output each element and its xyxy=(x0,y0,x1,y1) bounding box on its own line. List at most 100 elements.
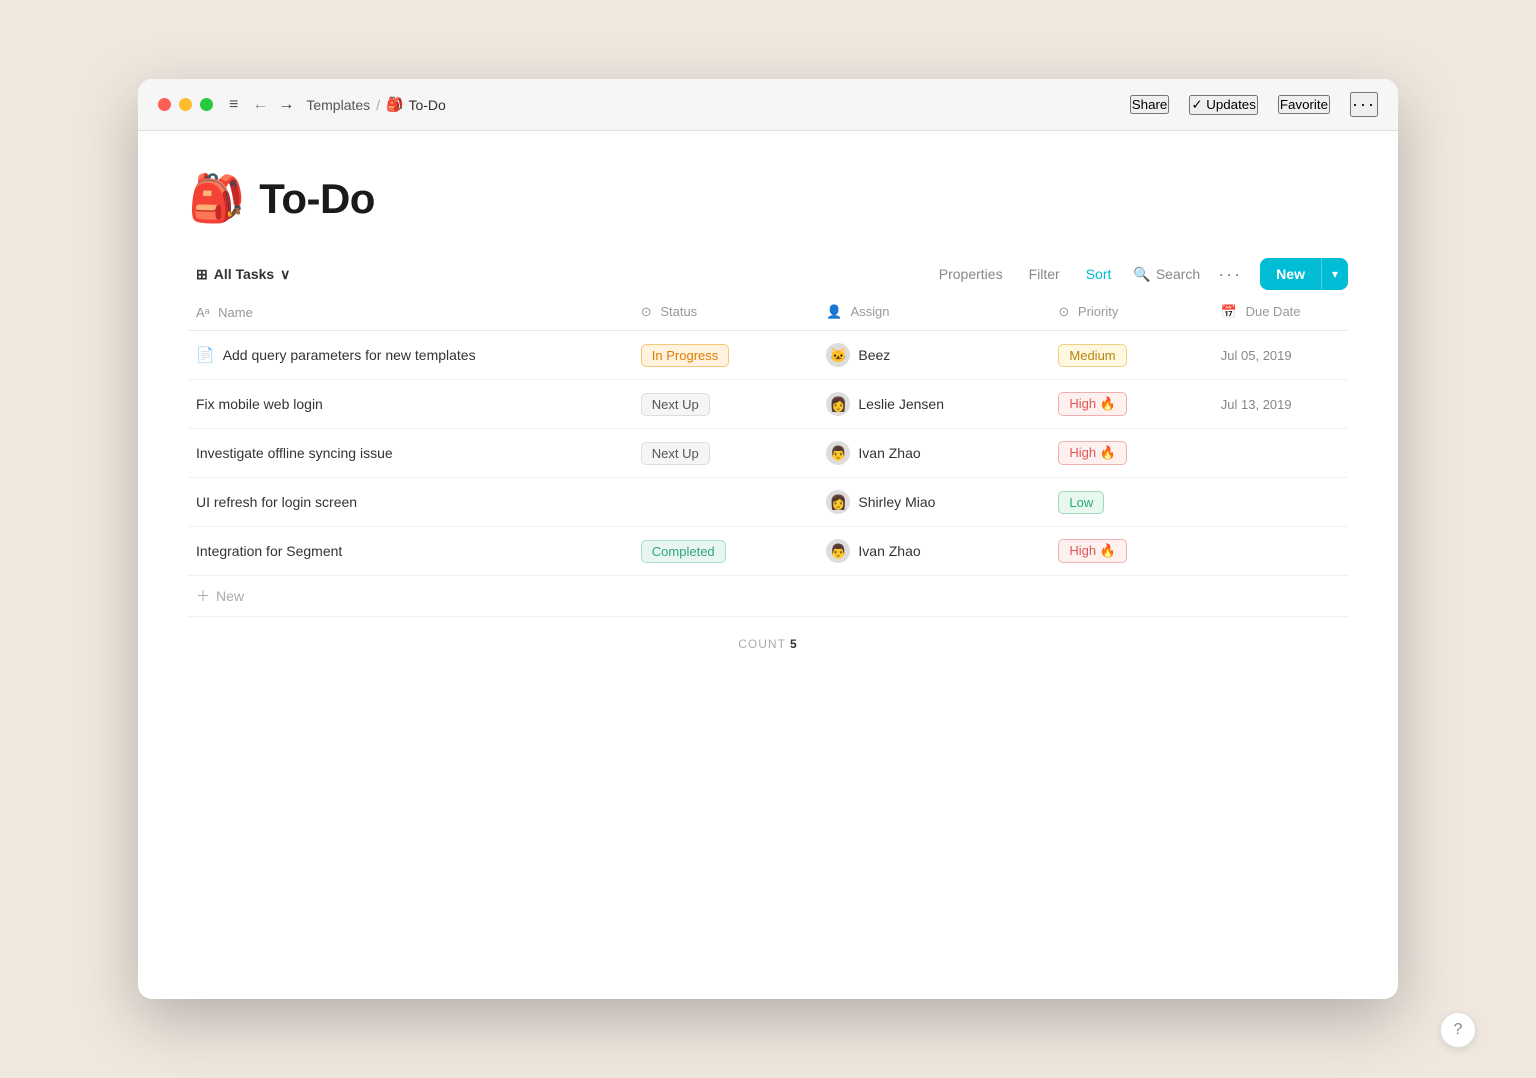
favorite-button[interactable]: Favorite xyxy=(1278,95,1330,114)
add-new-button[interactable]: ＋New xyxy=(196,586,244,606)
name-col-label: Name xyxy=(218,305,253,320)
task-name-cell: Integration for Segment xyxy=(188,527,629,576)
task-status-cell: In Progress xyxy=(629,331,815,380)
toolbar-more-button[interactable]: ··· xyxy=(1218,264,1242,285)
duedate-col-icon: 📅 xyxy=(1221,304,1237,319)
col-header-assign: 👤 Assign xyxy=(814,294,1046,331)
properties-button[interactable]: Properties xyxy=(935,260,1007,288)
nav-arrows: ← → xyxy=(250,96,296,114)
plus-icon: ＋ xyxy=(196,586,210,606)
back-button[interactable]: ← xyxy=(250,96,270,114)
doc-icon: 📄 xyxy=(196,346,215,364)
col-header-name: Aᵃ Name xyxy=(188,294,629,331)
task-assign-cell: 👩Shirley Miao xyxy=(814,478,1046,527)
toolbar-right: Properties Filter Sort 🔍 Search ··· New … xyxy=(935,258,1348,290)
table-icon: ⊞ xyxy=(196,266,208,283)
close-button[interactable] xyxy=(158,98,171,111)
avatar: 👩 xyxy=(826,392,850,416)
task-status-cell xyxy=(629,478,815,527)
titlebar-actions: Share ✓ Updates Favorite ··· xyxy=(1130,92,1378,117)
help-button[interactable]: ? xyxy=(1440,1012,1476,1048)
page-emoji: 🎒 xyxy=(188,171,245,226)
assignee-name: Ivan Zhao xyxy=(858,445,920,461)
sort-button[interactable]: Sort xyxy=(1082,260,1116,288)
hamburger-icon[interactable]: ≡ xyxy=(229,96,238,114)
avatar: 🐱 xyxy=(826,343,850,367)
table-row[interactable]: UI refresh for login screen 👩Shirley Miao… xyxy=(188,478,1348,527)
task-duedate-cell xyxy=(1209,527,1348,576)
table-row[interactable]: 📄Add query parameters for new templates I… xyxy=(188,331,1348,380)
new-task-dropdown-button[interactable]: ▾ xyxy=(1321,258,1348,290)
status-col-label: Status xyxy=(660,304,697,319)
task-name-cell: Fix mobile web login xyxy=(188,380,629,429)
assign-col-icon: 👤 xyxy=(826,304,842,319)
more-options-button[interactable]: ··· xyxy=(1350,92,1378,117)
new-task-button[interactable]: New xyxy=(1260,258,1321,290)
assignee-name: Beez xyxy=(858,347,890,363)
avatar: 👨 xyxy=(826,441,850,465)
task-assign-cell: 👩 Leslie Jensen xyxy=(814,380,1046,429)
table-row[interactable]: Investigate offline syncing issue Next Up… xyxy=(188,429,1348,478)
task-priority-cell: Low xyxy=(1046,478,1208,527)
col-header-duedate: 📅 Due Date xyxy=(1209,294,1348,331)
main-content: 🎒 To-Do ⊞ All Tasks ∨ Properties Filter … xyxy=(138,131,1398,999)
duedate-col-label: Due Date xyxy=(1246,304,1301,319)
task-name-text: Integration for Segment xyxy=(196,543,342,559)
count-label: COUNT xyxy=(738,637,785,651)
breadcrumb-current[interactable]: 🎒 To-Do xyxy=(386,96,446,113)
search-icon: 🔍 xyxy=(1133,266,1150,283)
app-window: ≡ ← → Templates / 🎒 To-Do Share ✓ Update… xyxy=(138,79,1398,999)
priority-badge: Medium xyxy=(1058,344,1126,367)
task-status-cell: Completed xyxy=(629,527,815,576)
toolbar: ⊞ All Tasks ∨ Properties Filter Sort 🔍 S… xyxy=(188,258,1348,290)
status-col-icon: ⊙ xyxy=(641,304,652,319)
task-name-cell: 📄Add query parameters for new templates xyxy=(188,331,629,380)
assignee-name: Ivan Zhao xyxy=(858,543,920,559)
task-assign-cell: 👨 Ivan Zhao xyxy=(814,429,1046,478)
minimize-button[interactable] xyxy=(179,98,192,111)
task-table: Aᵃ Name ⊙ Status 👤 Assign ⊙ Priority xyxy=(188,294,1348,617)
status-badge: Next Up xyxy=(641,393,710,416)
titlebar: ≡ ← → Templates / 🎒 To-Do Share ✓ Update… xyxy=(138,79,1398,131)
maximize-button[interactable] xyxy=(200,98,213,111)
task-assign-cell: 👨 Ivan Zhao xyxy=(814,527,1046,576)
assignee-name: Leslie Jensen xyxy=(858,396,944,412)
task-name-text: UI refresh for login screen xyxy=(196,494,357,510)
priority-col-icon: ⊙ xyxy=(1058,304,1069,319)
search-label: Search xyxy=(1156,266,1200,282)
task-duedate-cell xyxy=(1209,429,1348,478)
avatar: 👨 xyxy=(826,539,850,563)
task-status-cell: Next Up xyxy=(629,429,815,478)
new-button-group: New ▾ xyxy=(1260,258,1348,290)
task-priority-cell: High 🔥 xyxy=(1046,527,1208,576)
assign-col-label: Assign xyxy=(850,304,889,319)
page-header: 🎒 To-Do xyxy=(188,171,1348,226)
count-value: 5 xyxy=(790,637,798,651)
chevron-down-icon: ∨ xyxy=(280,266,290,283)
count-row: COUNT 5 xyxy=(188,617,1348,661)
filter-button[interactable]: Filter xyxy=(1025,260,1064,288)
table-row[interactable]: Fix mobile web login Next Up 👩 Leslie Jense… xyxy=(188,380,1348,429)
task-name-text: Fix mobile web login xyxy=(196,396,323,412)
status-badge: In Progress xyxy=(641,344,729,367)
share-button[interactable]: Share xyxy=(1130,95,1170,114)
all-tasks-button[interactable]: ⊞ All Tasks ∨ xyxy=(188,260,298,289)
priority-badge: High 🔥 xyxy=(1058,392,1127,416)
table-header-row: Aᵃ Name ⊙ Status 👤 Assign ⊙ Priority xyxy=(188,294,1348,331)
breadcrumb: Templates / 🎒 To-Do xyxy=(306,96,446,113)
task-name-text: Investigate offline syncing issue xyxy=(196,445,393,461)
col-header-priority: ⊙ Priority xyxy=(1046,294,1208,331)
add-new-row: ＋New xyxy=(188,576,1348,617)
search-button[interactable]: 🔍 Search xyxy=(1133,266,1200,283)
forward-button[interactable]: → xyxy=(276,96,296,114)
priority-col-label: Priority xyxy=(1078,304,1118,319)
priority-badge: High 🔥 xyxy=(1058,539,1127,563)
breadcrumb-parent[interactable]: Templates xyxy=(306,97,370,113)
priority-badge: High 🔥 xyxy=(1058,441,1127,465)
status-badge: Completed xyxy=(641,540,726,563)
priority-badge: Low xyxy=(1058,491,1104,514)
breadcrumb-current-label: To-Do xyxy=(408,97,445,113)
table-row[interactable]: Integration for Segment Completed 👨 Ivan Zh… xyxy=(188,527,1348,576)
task-name-cell: Investigate offline syncing issue xyxy=(188,429,629,478)
updates-button[interactable]: ✓ Updates xyxy=(1189,95,1258,115)
